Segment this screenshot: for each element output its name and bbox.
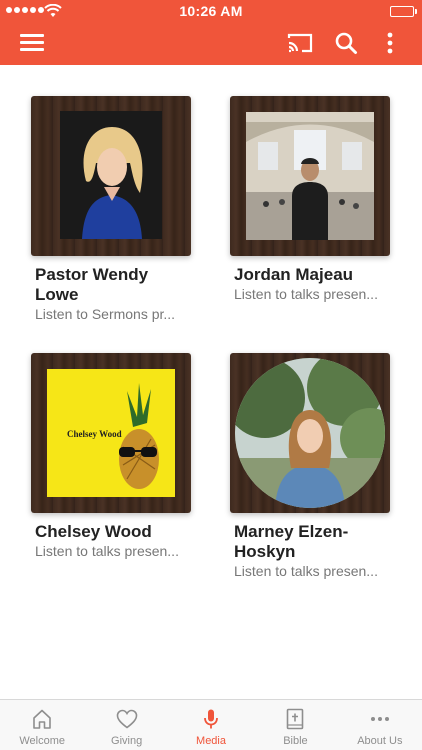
card-title: Jordan Majeau (234, 265, 354, 284)
card-thumbnail (230, 353, 390, 513)
app-header: 10:26 AM (0, 0, 422, 65)
media-card-wendy-lowe[interactable]: Pastor Wendy Lowe Listen to Sermons pr..… (31, 96, 193, 323)
ellipsis-icon (370, 717, 389, 721)
status-bar: 10:26 AM (0, 0, 422, 22)
more-vertical-icon[interactable] (380, 31, 400, 55)
card-title: Chelsey Wood (35, 522, 152, 541)
search-icon[interactable] (334, 31, 358, 55)
tab-label: About Us (357, 735, 403, 747)
microphone-icon (204, 709, 218, 729)
tab-label: Media (196, 735, 226, 747)
card-subtitle: Listen to talks presen... (234, 563, 378, 579)
home-icon (33, 709, 52, 729)
station-photo-image (246, 112, 374, 240)
card-title: Pastor Wendy Lowe (35, 265, 149, 304)
card-thumbnail (31, 96, 191, 256)
tab-media[interactable]: Media (169, 700, 253, 750)
card-title: Marney Elzen-Hoskyn (234, 522, 349, 561)
tab-label: Welcome (19, 735, 66, 747)
tab-label: Bible (283, 735, 308, 747)
tab-label: Giving (111, 735, 143, 747)
card-subtitle: Listen to Sermons pr... (35, 306, 176, 322)
media-card-jordan-majeau[interactable]: Jordan Majeau Listen to talks presen... (230, 96, 392, 303)
card-thumbnail (230, 96, 390, 256)
heart-icon (116, 709, 137, 729)
speaker-portrait-image (235, 358, 385, 508)
tab-giving[interactable]: Giving (84, 700, 168, 750)
bible-icon (287, 708, 304, 730)
cast-icon[interactable] (287, 32, 313, 54)
card-subtitle: Listen to talks presen... (234, 286, 378, 302)
pastor-portrait-image (60, 111, 162, 239)
card-subtitle: Listen to talks presen... (35, 543, 179, 559)
tab-about-us[interactable]: About Us (338, 700, 422, 750)
battery-icon (390, 6, 417, 17)
media-card-chelsey-wood[interactable]: Chelsey Wood Chelsey Wood Listen to talk… (31, 353, 193, 560)
bottom-tab-bar: Welcome Giving Media Bible About Us (0, 699, 422, 750)
card-thumbnail: Chelsey Wood (31, 353, 191, 513)
status-time: 10:26 AM (179, 3, 243, 19)
media-card-marney-elzen-hoskyn[interactable]: Marney Elzen-Hoskyn Listen to talks pres… (230, 353, 392, 580)
pineapple-image: Chelsey Wood (47, 369, 175, 497)
tab-bible[interactable]: Bible (253, 700, 337, 750)
tab-welcome[interactable]: Welcome (0, 700, 84, 750)
hamburger-menu-icon[interactable] (20, 32, 46, 54)
